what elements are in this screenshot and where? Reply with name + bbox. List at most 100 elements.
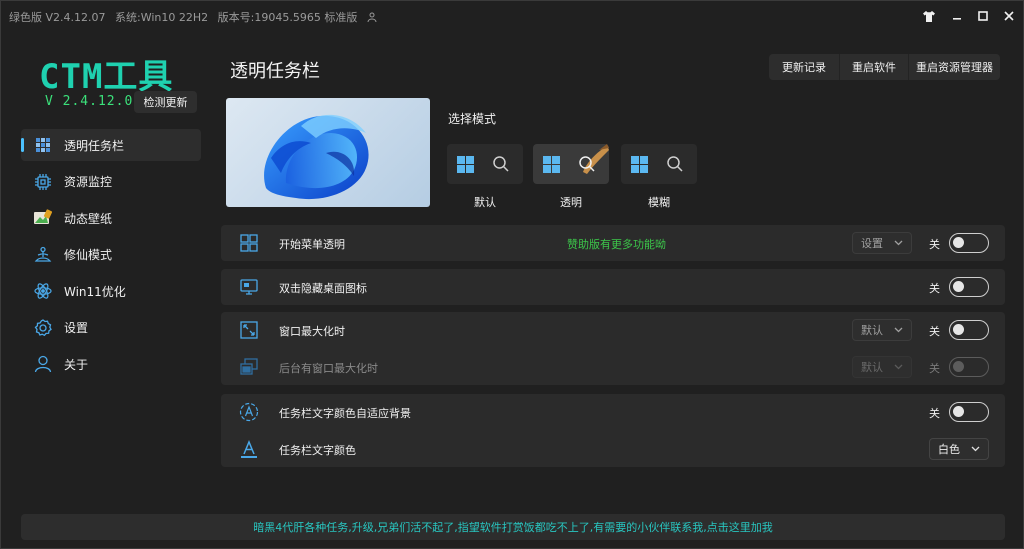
system-info: 绿色版 V2.4.12.07 系统:Win10 22H2 版本号:19045.5… [9, 9, 377, 25]
windows-icon [457, 156, 474, 173]
mode-blur-option[interactable] [621, 144, 697, 184]
restart-explorer-button[interactable]: 重启资源管理器 [909, 54, 1000, 80]
setting-label: 双击隐藏桌面图标 [279, 282, 367, 295]
sidebar-item-resource-monitor[interactable]: 资源监控 [21, 166, 201, 198]
mode-transparent-label: 透明 [560, 196, 582, 209]
setting-row-hide-icons: 双击隐藏桌面图标 关 [221, 269, 1005, 305]
sidebar: CTM工具 V 2.4.12.07 检测更新 透明任务栏 资源监控 动态壁纸 修… [1, 31, 211, 511]
person-icon [33, 354, 53, 374]
chevron-down-icon [971, 446, 980, 452]
maximized-toggle[interactable] [949, 320, 989, 340]
chevron-down-icon [894, 240, 903, 246]
windows-icon [631, 156, 648, 173]
setting-label: 窗口最大化时 [279, 325, 345, 338]
sidebar-item-about[interactable]: 关于 [21, 348, 201, 380]
wallpaper-preview [226, 98, 430, 207]
sidebar-item-label: 修仙模式 [64, 248, 113, 262]
dropdown-value: 默认 [861, 324, 883, 337]
setting-row-maximized: 窗口最大化时 默认 关 [221, 312, 1005, 348]
search-icon [579, 156, 595, 172]
toggle-knob [953, 406, 964, 417]
start-menu-icon [240, 234, 258, 252]
title-bar: 绿色版 V2.4.12.07 系统:Win10 22H2 版本号:19045.5… [1, 1, 1024, 31]
gear-icon [33, 318, 53, 338]
sidebar-item-transparent-taskbar[interactable]: 透明任务栏 [21, 129, 201, 161]
sidebar-item-dynamic-wallpaper[interactable]: 动态壁纸 [21, 202, 201, 234]
dropdown-value: 白色 [938, 443, 960, 456]
toggle-state-label: 关 [929, 325, 940, 338]
chevron-down-icon [894, 327, 903, 333]
mode-title: 选择模式 [448, 112, 497, 126]
sponsor-promo-text[interactable]: 赞助版有更多功能呦 [567, 236, 666, 252]
toggle-state-label: 关 [929, 407, 940, 420]
setting-label: 任务栏文字颜色 [279, 444, 356, 457]
check-update-button[interactable]: 检测更新 [134, 91, 197, 113]
meditation-icon [33, 245, 53, 265]
restart-app-button[interactable]: 重启软件 [840, 54, 909, 80]
taskbar-icon [33, 135, 53, 155]
setting-row-start-menu: 开始菜单透明 赞助版有更多功能呦 设置 关 [221, 225, 1005, 261]
sidebar-item-label: 设置 [64, 321, 89, 335]
dropdown-value: 设置 [861, 237, 883, 250]
search-icon [493, 156, 509, 172]
top-action-group: 更新记录 重启软件 重启资源管理器 [769, 54, 1000, 80]
close-button[interactable] [999, 7, 1019, 25]
build-text: 版本号:19045.5965 标准版 [217, 11, 358, 24]
wallpaper-icon [33, 208, 53, 228]
sidebar-item-win11-optimize[interactable]: Win11优化 [21, 275, 201, 307]
edition-text: 绿色版 V2.4.12.07 [9, 11, 106, 24]
toggle-knob [953, 361, 964, 372]
sidebar-item-label: 动态壁纸 [64, 211, 113, 226]
background-max-toggle[interactable] [949, 357, 989, 377]
maximized-mode-dropdown[interactable]: 默认 [852, 319, 912, 341]
toggle-state-label: 关 [929, 282, 940, 295]
atom-icon [33, 281, 53, 301]
mode-default-label: 默认 [474, 196, 496, 209]
sidebar-item-label: 透明任务栏 [64, 138, 125, 153]
hide-icons-toggle[interactable] [949, 277, 989, 297]
text-color-icon [241, 440, 257, 458]
sidebar-item-label: 关于 [64, 357, 89, 372]
setting-label: 任务栏文字颜色自适应背景 [279, 407, 411, 420]
footer-banner-link[interactable]: 暗黑4代肝各种任务,升级,兄弟们活不起了,指望软件打赏饭都吃不上了,有需要的小伙… [21, 514, 1005, 540]
sidebar-item-label: Win11优化 [64, 284, 126, 299]
nav-menu: 透明任务栏 资源监控 动态壁纸 修仙模式 Win11优化 设置 关于 [21, 129, 201, 385]
changelog-button[interactable]: 更新记录 [769, 54, 840, 80]
mode-blur-label: 模糊 [648, 196, 670, 209]
minimize-button[interactable] [947, 7, 967, 25]
adaptive-color-toggle[interactable] [949, 402, 989, 422]
maximize-window-icon [240, 321, 258, 339]
windows-icon [543, 156, 560, 173]
system-text: 系统:Win10 22H2 [115, 11, 209, 24]
setting-label: 后台有窗口最大化时 [279, 362, 378, 375]
background-max-dropdown[interactable]: 默认 [852, 356, 912, 378]
setting-label: 开始菜单透明 [279, 238, 345, 251]
setting-row-text-color: 任务栏文字颜色 白色 [221, 431, 1005, 467]
mode-transparent-option[interactable] [533, 144, 609, 184]
start-menu-toggle[interactable] [949, 233, 989, 253]
maximize-button[interactable] [973, 7, 993, 25]
start-menu-settings-dropdown[interactable]: 设置 [852, 232, 912, 254]
user-lock-icon [367, 12, 377, 22]
toggle-knob [953, 281, 964, 292]
page-title: 透明任务栏 [230, 61, 320, 82]
cpu-icon [33, 172, 53, 192]
sidebar-item-cultivation-mode[interactable]: 修仙模式 [21, 239, 201, 271]
dropdown-value: 默认 [861, 361, 883, 374]
toggle-state-label: 关 [929, 362, 940, 375]
shirt-icon[interactable] [919, 7, 939, 25]
search-icon [667, 156, 683, 172]
sidebar-item-settings[interactable]: 设置 [21, 312, 201, 344]
windows-stack-icon [240, 358, 258, 375]
sidebar-item-label: 资源监控 [64, 175, 113, 189]
text-color-dropdown[interactable]: 白色 [929, 438, 989, 460]
mode-default-option[interactable] [447, 144, 523, 184]
adaptive-text-icon [239, 402, 259, 422]
toggle-knob [953, 324, 964, 335]
setting-row-background-maximized: 后台有窗口最大化时 默认 关 [221, 349, 1005, 385]
monitor-icon [240, 279, 258, 295]
chevron-down-icon [894, 364, 903, 370]
toggle-knob [953, 237, 964, 248]
setting-row-adaptive-color: 任务栏文字颜色自适应背景 关 [221, 394, 1005, 430]
version-label: V 2.4.12.07 [45, 94, 143, 109]
